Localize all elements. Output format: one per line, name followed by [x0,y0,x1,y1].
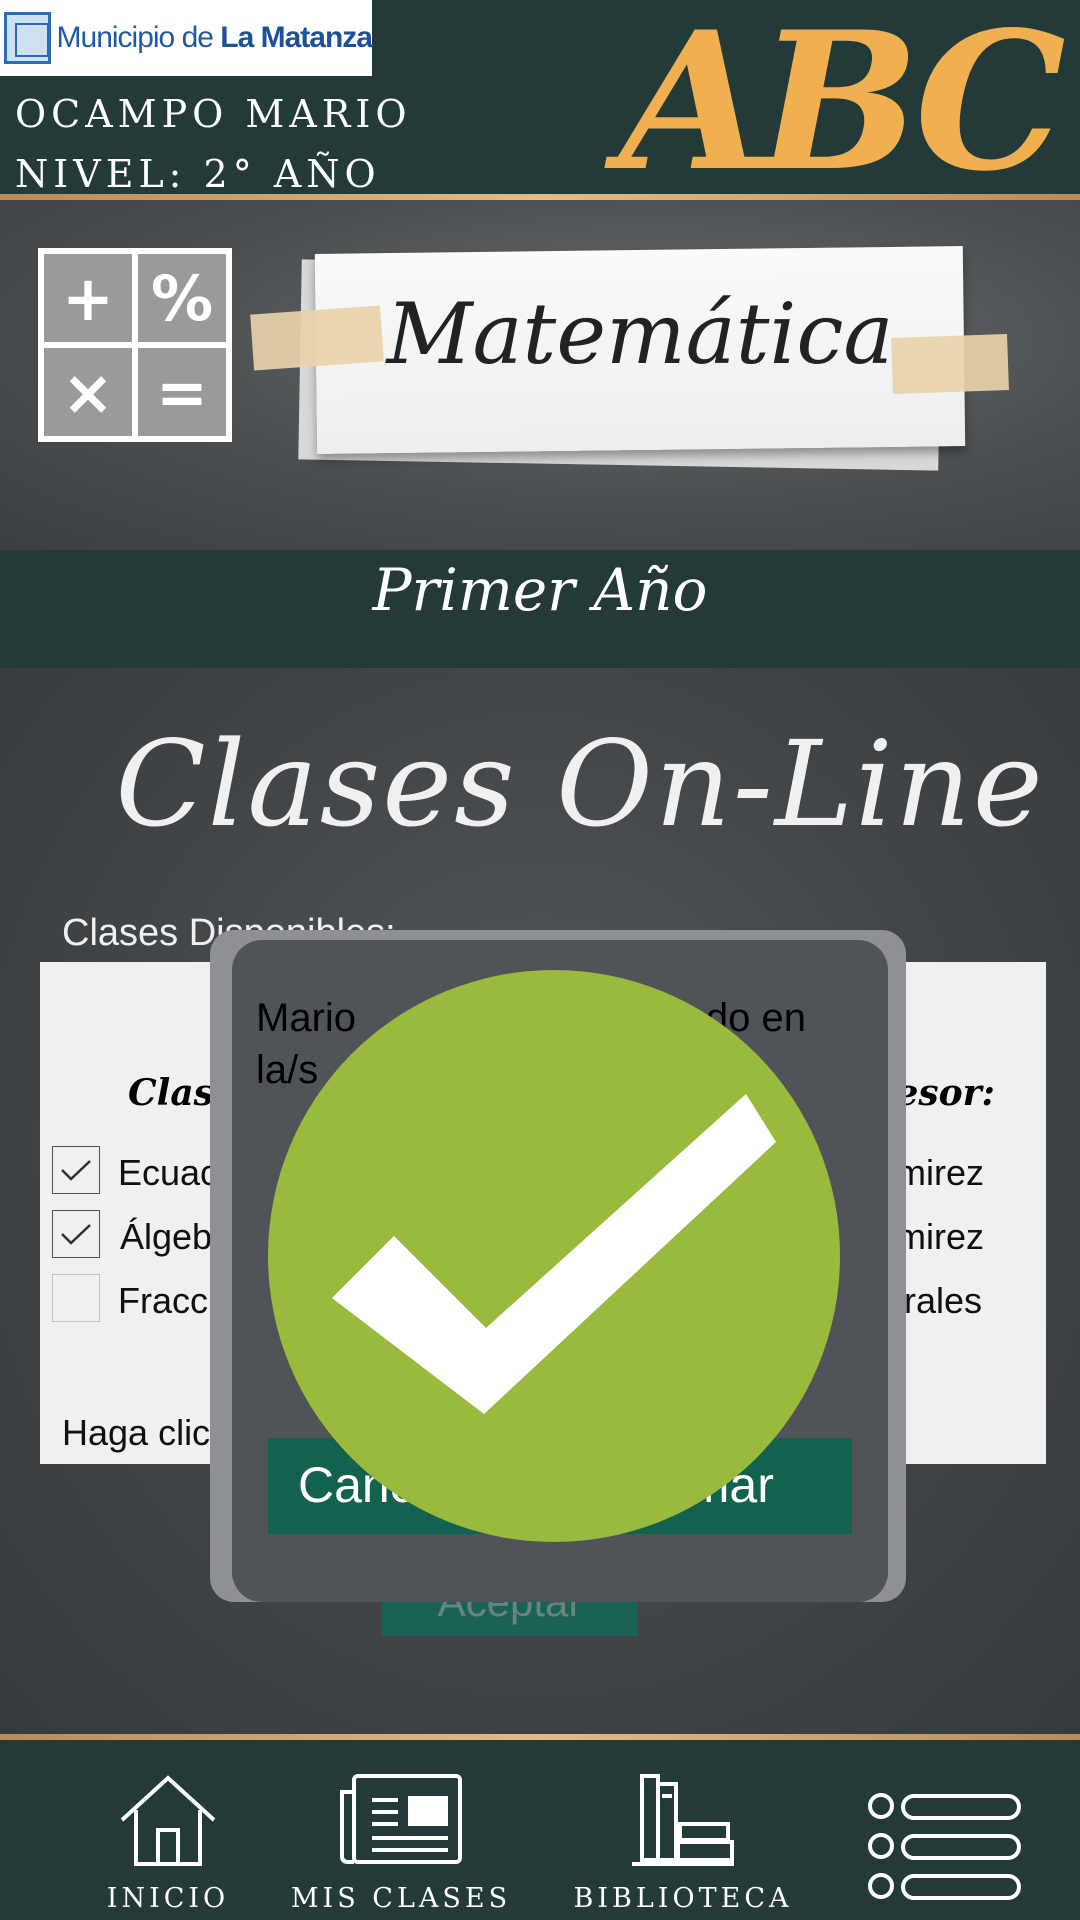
home-icon [120,1775,216,1866]
nav-item-biblioteca[interactable]: BIBLIOTECA [568,1762,798,1920]
percent-symbol: % [138,254,226,342]
nav-label-inicio: INICIO [106,1883,230,1914]
success-check-icon [332,1094,776,1414]
multiply-symbol: × [44,348,132,436]
nav-item-inicio[interactable]: INICIO [88,1762,248,1920]
abc-brand-logo: ABC [619,0,1066,213]
logo-text-prefix: Municipio de [56,21,221,54]
menu-list-icon [868,1793,1021,1900]
calculator-icon: + % × = [38,248,232,442]
municipality-emblem-icon [4,12,51,64]
logo-text-bold: La Matanza [220,21,373,54]
equals-symbol: = [138,348,226,436]
course-year-label: Primer Año [372,556,708,624]
nav-label-mis-clases: MIS CLASES [290,1883,512,1914]
books-icon [632,1774,734,1866]
plus-symbol: + [44,254,132,342]
user-level: NIVEL: 2° AÑO [15,152,381,196]
nav-item-menu[interactable] [862,1762,1028,1920]
newspaper-icon [340,1774,462,1864]
nav-label-biblioteca: BIBLIOTECA [573,1883,793,1914]
subject-title: Matemática [386,285,894,383]
user-name: OCAMPO MARIO [15,92,412,136]
nav-item-mis-clases[interactable]: MIS CLASES [290,1762,512,1920]
municipality-logo[interactable]: Municipio de La Matanza [0,0,373,76]
